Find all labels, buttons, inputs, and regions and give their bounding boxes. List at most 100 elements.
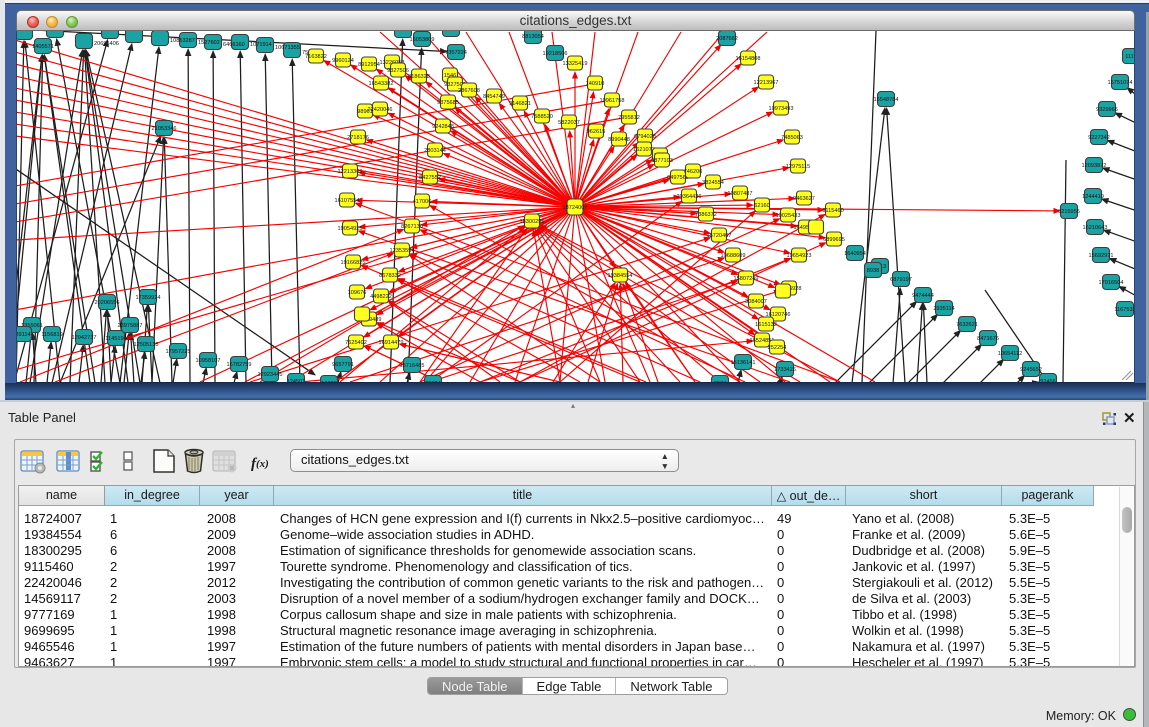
svg-text:12093872: 12093872 — [1082, 163, 1107, 169]
svg-text:15807249: 15807249 — [734, 276, 759, 282]
svg-text:1621072: 1621072 — [633, 147, 655, 153]
svg-text:9227342: 9227342 — [1088, 135, 1110, 141]
svg-text:1156819: 1156819 — [41, 332, 62, 338]
svg-text:1071914: 1071914 — [250, 42, 272, 48]
svg-text:8678332: 8678332 — [379, 273, 401, 279]
svg-text:21053346: 21053346 — [152, 126, 177, 132]
svg-text:16053809: 16053809 — [410, 37, 435, 43]
svg-text:95324: 95324 — [425, 381, 441, 383]
svg-text:2718176: 2718176 — [347, 135, 369, 141]
svg-text:6466160: 6466160 — [223, 42, 245, 48]
svg-text:6879197: 6879197 — [890, 277, 912, 283]
svg-text:17957225: 17957225 — [166, 349, 191, 355]
svg-text:19218506: 19218506 — [543, 51, 568, 57]
svg-text:9115460: 9115460 — [822, 208, 843, 214]
svg-text:10025433: 10025433 — [776, 213, 801, 219]
svg-text:7163822: 7163822 — [305, 54, 327, 60]
svg-text:12942737: 12942737 — [72, 335, 97, 341]
svg-text:10958107: 10958107 — [196, 358, 221, 364]
svg-text:2867608: 2867608 — [458, 88, 480, 94]
svg-text:10807487: 10807487 — [728, 191, 753, 197]
svg-text:7955812: 7955812 — [618, 115, 640, 121]
svg-text:1615132: 1615132 — [755, 322, 777, 328]
svg-text:15692971: 15692971 — [1089, 253, 1114, 259]
svg-text:9329966: 9329966 — [1096, 107, 1118, 113]
svg-text:18724007: 18724007 — [563, 205, 588, 211]
svg-text:16107554: 16107554 — [335, 198, 360, 204]
svg-text:7357224: 7357224 — [445, 50, 467, 56]
svg-text:2087682: 2087682 — [716, 36, 738, 42]
svg-text:8427552: 8427552 — [419, 175, 441, 181]
svg-text:7625402: 7625402 — [345, 340, 367, 346]
svg-text:17016504: 17016504 — [1099, 280, 1124, 286]
svg-text:124501: 124501 — [287, 379, 306, 383]
svg-text:19054925: 19054925 — [338, 226, 363, 232]
svg-text:39114: 39114 — [17, 332, 31, 338]
svg-text:8267130: 8267130 — [401, 224, 423, 230]
svg-text:20364436: 20364436 — [677, 194, 702, 200]
svg-text:15720407: 15720407 — [707, 233, 732, 239]
svg-text:16548784: 16548784 — [874, 97, 899, 103]
svg-text:8186328: 8186328 — [408, 74, 430, 80]
svg-text:9146821: 9146821 — [509, 101, 531, 107]
svg-text:10853287: 10853287 — [170, 38, 195, 44]
svg-text:1112: 1112 — [1125, 54, 1134, 60]
svg-text:6899695: 6899695 — [823, 237, 845, 243]
svg-text:2803144: 2803144 — [424, 148, 446, 154]
svg-text:15751074: 15751074 — [1108, 80, 1133, 86]
svg-text:2935114: 2935114 — [933, 306, 954, 312]
svg-text:20691406: 20691406 — [94, 41, 119, 47]
svg-text:10671355: 10671355 — [275, 45, 300, 51]
svg-text:20206556: 20206556 — [95, 300, 120, 306]
svg-text:12353594: 12353594 — [390, 248, 415, 254]
svg-text:252254: 252254 — [768, 345, 787, 351]
svg-text:140910: 140910 — [586, 81, 605, 87]
svg-text:8912954: 8912954 — [358, 62, 380, 68]
svg-text:12213967: 12213967 — [754, 80, 779, 86]
svg-text:8813054: 8813054 — [522, 34, 544, 40]
svg-text:7386372: 7386372 — [695, 212, 717, 218]
svg-text:16782759: 16782759 — [227, 362, 252, 368]
svg-text:62160: 62160 — [754, 203, 770, 209]
svg-text:10223: 10223 — [321, 381, 337, 383]
svg-text:9657791: 9657791 — [332, 362, 354, 368]
svg-text:9327506: 9327506 — [387, 68, 409, 74]
svg-text:4498222: 4498222 — [370, 294, 392, 300]
svg-text:9242848: 9242848 — [432, 124, 454, 130]
svg-text:23975887: 23975887 — [118, 323, 143, 329]
svg-text:12505135: 12505135 — [134, 342, 159, 348]
svg-text:3215955: 3215955 — [1058, 209, 1080, 215]
svg-text:17359924: 17359924 — [136, 295, 161, 301]
svg-text:12975115: 12975115 — [786, 164, 810, 170]
svg-text:16914479: 16914479 — [379, 340, 404, 346]
svg-text:15716485: 15716485 — [400, 363, 425, 369]
svg-text:9375685: 9375685 — [437, 100, 459, 106]
svg-text:8574: 8574 — [714, 381, 726, 383]
svg-text:16543382: 16543382 — [369, 81, 394, 87]
svg-text:3824554: 3824554 — [702, 180, 724, 186]
svg-text:6794028: 6794028 — [634, 134, 656, 140]
svg-text:5822037: 5822037 — [558, 120, 580, 126]
svg-text:19166825: 19166825 — [341, 260, 366, 266]
svg-text:962615: 962615 — [587, 129, 606, 135]
svg-text:13325419: 13325419 — [563, 61, 588, 67]
svg-text:10973493: 10973493 — [769, 106, 794, 112]
svg-text:1527602: 1527602 — [198, 40, 220, 46]
svg-text:3084007: 3084007 — [745, 299, 767, 305]
svg-text:8990448: 8990448 — [608, 137, 630, 143]
svg-text:9463627: 9463627 — [793, 196, 815, 202]
svg-text:9474444: 9474444 — [912, 293, 934, 299]
svg-text:7632621: 7632621 — [956, 322, 978, 328]
svg-text:16154808: 16154808 — [736, 56, 761, 62]
svg-text:12213369: 12213369 — [338, 169, 363, 175]
svg-text:9960124: 9960124 — [332, 58, 354, 64]
svg-text:22420046: 22420046 — [368, 107, 393, 113]
svg-text:7485063: 7485063 — [781, 135, 803, 141]
svg-text:15136141: 15136141 — [731, 360, 756, 366]
svg-text:1145194: 1145194 — [105, 336, 126, 342]
svg-text:1640954: 1640954 — [844, 251, 866, 257]
svg-text:1167533: 1167533 — [1114, 307, 1134, 313]
svg-text:8454749: 8454749 — [483, 94, 505, 100]
svg-text:18300295: 18300295 — [520, 219, 545, 225]
svg-text:92456: 92456 — [1040, 379, 1056, 383]
